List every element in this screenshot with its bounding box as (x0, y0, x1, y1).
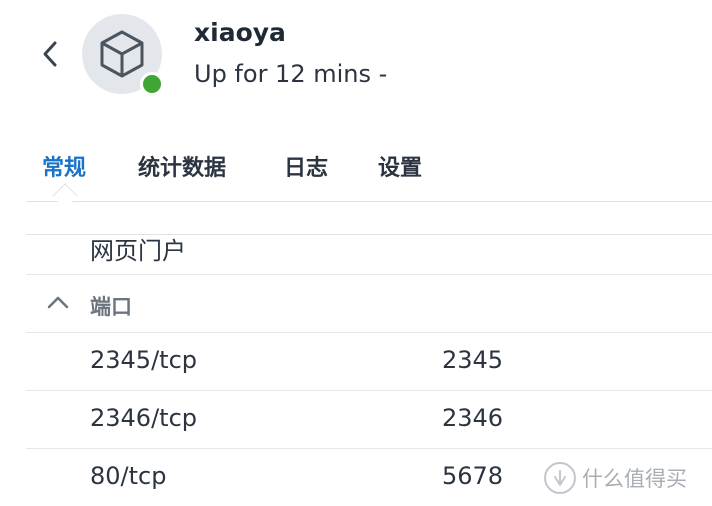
container-port: 80/tcp (90, 462, 167, 490)
table-row: 2346/tcp 2346 (26, 391, 712, 449)
chevron-up-icon (47, 296, 69, 309)
host-port: 2345 (442, 346, 504, 374)
active-tab-indicator (52, 183, 78, 209)
chevron-left-icon (43, 41, 57, 67)
tab-general[interactable]: 常规 (42, 150, 86, 182)
table-row: 2345/tcp 2345 (26, 333, 712, 391)
watermark: 什么值得买 (544, 462, 687, 494)
web-portal-label: 网页门户 (90, 237, 186, 265)
watermark-text: 什么值得买 (582, 467, 687, 491)
web-portal-row: 网页门户 (26, 235, 712, 275)
uptime-status: Up for 12 mins - (194, 60, 388, 88)
container-port: 2345/tcp (90, 346, 198, 374)
tab-logs[interactable]: 日志 (284, 150, 328, 182)
back-button[interactable] (36, 38, 64, 70)
container-port: 2346/tcp (90, 404, 198, 432)
ports-section-toggle[interactable]: 端口 (26, 275, 712, 333)
host-port: 2346 (442, 404, 504, 432)
watermark-logo-icon (544, 462, 576, 494)
tab-settings[interactable]: 设置 (378, 150, 422, 182)
status-indicator (140, 72, 164, 96)
tab-bar: 常规 统计数据 日志 设置 (26, 140, 712, 209)
cube-icon (100, 30, 144, 78)
container-name: xiaoya (194, 18, 286, 47)
tab-statistics[interactable]: 统计数据 (138, 150, 226, 182)
host-port: 5678 (442, 462, 504, 490)
ports-section-label: 端口 (90, 295, 132, 319)
